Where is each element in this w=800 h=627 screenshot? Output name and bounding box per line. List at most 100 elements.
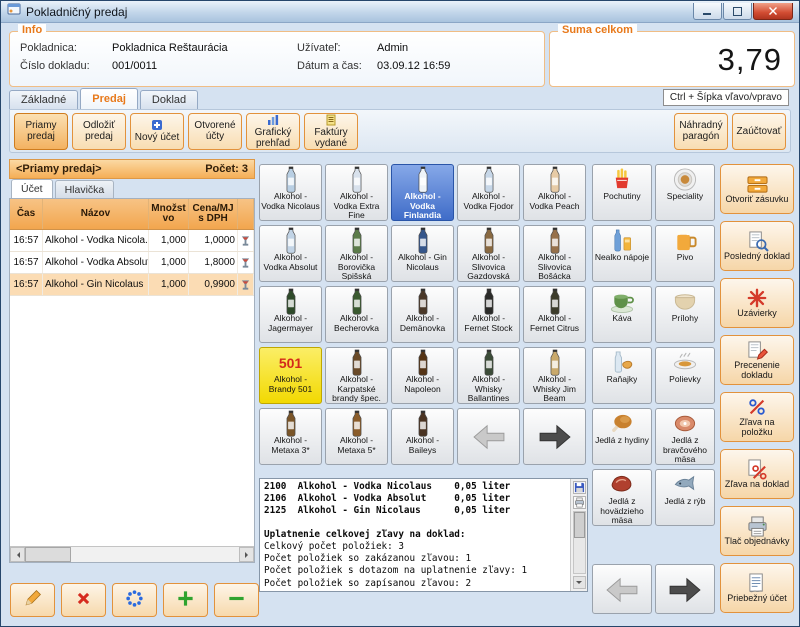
product-label: Alkohol - Borovička Spišská bbox=[327, 253, 386, 280]
toolbar-za-tova[interactable]: Zaúčtovať bbox=[732, 113, 786, 150]
category-tile-k-va[interactable]: Káva bbox=[592, 286, 652, 343]
bottle-icon bbox=[413, 350, 433, 375]
tab-ucet[interactable]: Účet bbox=[11, 179, 53, 198]
category-tile-pivo[interactable]: Pivo bbox=[655, 225, 715, 282]
product-label: Alkohol - Gin Nicolaus bbox=[393, 253, 452, 272]
precenenie-dokladu-button[interactable]: Precenenie dokladu bbox=[720, 335, 794, 385]
priebe-n-et-button[interactable]: Priebežný účet bbox=[720, 563, 794, 613]
uz-vierky-button[interactable]: Uzávierky bbox=[720, 278, 794, 328]
doc-search-icon bbox=[746, 230, 769, 252]
tab-hlavicka[interactable]: Hlavička bbox=[55, 180, 115, 198]
product-tile-alkohol-vodka-extra-fine[interactable]: Alkohol - Vodka Extra Fine bbox=[325, 164, 388, 221]
table-row[interactable]: 16:57Alkohol - Vodka Nicola...1,0001,000… bbox=[10, 230, 254, 252]
product-tile-alkohol-fernet-citrus[interactable]: Alkohol - Fernet Citrus bbox=[523, 286, 586, 343]
category-tile-ra-ajky[interactable]: Raňajky bbox=[592, 347, 652, 404]
product-tile-alkohol-becherovka[interactable]: Alkohol - Becherovka bbox=[325, 286, 388, 343]
category-tile-nealko-n-poje[interactable]: Nealko nápoje bbox=[592, 225, 652, 282]
products-prev-button[interactable] bbox=[457, 408, 520, 465]
fries-icon bbox=[609, 167, 635, 192]
maximize-button[interactable] bbox=[723, 3, 752, 20]
category-label: Pivo bbox=[677, 253, 694, 263]
category-tile-jedl-z-hydiny[interactable]: Jedlá z hydiny bbox=[592, 408, 652, 465]
pencil-icon bbox=[23, 589, 42, 611]
product-tile-alkohol-gin-nicolaus[interactable]: Alkohol - Gin Nicolaus bbox=[391, 225, 454, 282]
categories-prev-button[interactable] bbox=[592, 564, 652, 614]
toolbar-odlo-i-predaj[interactable]: Odložiť predaj bbox=[72, 113, 126, 150]
toolbar: Priamy predajOdložiť predajNový účetOtvo… bbox=[9, 109, 791, 153]
col-name: Názov bbox=[43, 199, 149, 229]
category-tile-speciality[interactable]: Speciality bbox=[655, 164, 715, 221]
toolbar-fakt-ry-vydan[interactable]: Faktúry vydané bbox=[304, 113, 358, 150]
z-ava-na-doklad-button[interactable]: Zľava na doklad bbox=[720, 449, 794, 499]
cell-price: 1,0000 bbox=[189, 230, 238, 251]
product-label: Alkohol - Demänovka bbox=[393, 314, 452, 333]
product-tile-alkohol-metaxa-3[interactable]: Alkohol - Metaxa 3* bbox=[259, 408, 322, 465]
posledn-doklad-button[interactable]: Posledný doklad bbox=[720, 221, 794, 271]
toolbar-grafick-preh-ad[interactable]: Grafický prehľad bbox=[246, 113, 300, 150]
product-tile-alkohol-vodka-peach[interactable]: Alkohol - Vodka Peach bbox=[523, 164, 586, 221]
tab-z-kladn[interactable]: Základné bbox=[9, 90, 78, 109]
category-tile-jedl-z-brav-ov-ho-m-sa[interactable]: Jedlá z bravčového mäsa bbox=[655, 408, 715, 465]
minimize-button[interactable] bbox=[693, 3, 722, 20]
decrease-qty-button[interactable] bbox=[214, 583, 259, 617]
product-tile-alkohol-fernet-stock[interactable]: Alkohol - Fernet Stock bbox=[457, 286, 520, 343]
delete-item-button[interactable] bbox=[61, 583, 106, 617]
product-tile-alkohol-vodka-nicolaus[interactable]: Alkohol - Vodka Nicolaus bbox=[259, 164, 322, 221]
product-tile-alkohol-brandy-501[interactable]: 501Alkohol - Brandy 501 bbox=[259, 347, 322, 404]
product-tile-alkohol-borovi-ka-spi-sk[interactable]: Alkohol - Borovička Spišská bbox=[325, 225, 388, 282]
tla-objedn-vky-button[interactable]: Tlač objednávky bbox=[720, 506, 794, 556]
print-output-button[interactable] bbox=[573, 496, 586, 509]
category-tile-jedl-z-hov-dzieho-m-sa[interactable]: Jedlá z hovädzieho mäsa bbox=[592, 469, 652, 526]
bottle-icon bbox=[479, 350, 499, 375]
scroll-thumb[interactable] bbox=[25, 547, 71, 562]
table-row[interactable]: 16:57Alkohol - Gin Nicolaus1,0000,9900 bbox=[10, 274, 254, 296]
tab-doklad[interactable]: Doklad bbox=[140, 90, 198, 109]
edit-item-button[interactable] bbox=[10, 583, 55, 617]
cell-qty: 1,000 bbox=[149, 252, 189, 273]
increase-qty-button[interactable] bbox=[163, 583, 208, 617]
products-next-button[interactable] bbox=[523, 408, 586, 465]
product-tile-alkohol-whisky-ballantines[interactable]: Alkohol - Whisky Ballantines bbox=[457, 347, 520, 404]
scroll-right-arrow[interactable] bbox=[239, 547, 254, 562]
product-tile-alkohol-napoleon[interactable]: Alkohol - Napoleon bbox=[391, 347, 454, 404]
output-scroll-thumb[interactable] bbox=[574, 512, 585, 538]
product-tile-alkohol-vodka-finlandia[interactable]: Alkohol - Vodka Finlandia bbox=[391, 164, 454, 221]
toolbar-nov-et[interactable]: Nový účet bbox=[130, 113, 184, 150]
scroll-left-arrow[interactable] bbox=[10, 547, 25, 562]
table-empty-area bbox=[10, 296, 254, 546]
chicken-icon bbox=[609, 411, 635, 436]
toolbar-n-hradn-parag-n[interactable]: Náhradný paragón bbox=[674, 113, 728, 150]
table-row[interactable]: 16:57Alkohol - Vodka Absolut1,0001,8000 bbox=[10, 252, 254, 274]
product-tile-alkohol-jagermayer[interactable]: Alkohol - Jagermayer bbox=[259, 286, 322, 343]
product-tile-alkohol-metaxa-5[interactable]: Alkohol - Metaxa 5* bbox=[325, 408, 388, 465]
categories-next-button[interactable] bbox=[655, 564, 715, 614]
save-output-button[interactable] bbox=[573, 481, 586, 494]
product-tile-alkohol-karpatsk-brandy-pec[interactable]: Alkohol - Karpatské brandy špec. bbox=[325, 347, 388, 404]
z-ava-na-polo-ku-button[interactable]: Zľava na položku bbox=[720, 392, 794, 442]
item-count: Počet: 3 bbox=[205, 163, 248, 175]
category-tile-pr-lohy[interactable]: Prílohy bbox=[655, 286, 715, 343]
category-tile-polievky[interactable]: Polievky bbox=[655, 347, 715, 404]
product-tile-alkohol-whisky-jim-beam[interactable]: Alkohol - Whisky Jim Beam bbox=[523, 347, 586, 404]
title-bar[interactable]: Pokladničný predaj bbox=[1, 1, 799, 23]
output-scrollbar[interactable] bbox=[573, 511, 586, 574]
product-tile-alkohol-baileys[interactable]: Alkohol - Baileys bbox=[391, 408, 454, 465]
product-tile-alkohol-slivovica-bo-cka[interactable]: Alkohol - Slivovica Bošácka bbox=[523, 225, 586, 282]
item-options-button[interactable] bbox=[112, 583, 157, 617]
product-label: Alkohol - Napoleon bbox=[393, 375, 452, 394]
toolbar-otvoren-ty[interactable]: Otvorené účty bbox=[188, 113, 242, 150]
scroll-track[interactable] bbox=[71, 547, 239, 562]
product-tile-alkohol-dem-novka[interactable]: Alkohol - Demänovka bbox=[391, 286, 454, 343]
product-tile-alkohol-vodka-absolut[interactable]: Alkohol - Vodka Absolut bbox=[259, 225, 322, 282]
close-button[interactable] bbox=[753, 3, 793, 20]
product-tile-alkohol-slivovica-gazdovsk[interactable]: Alkohol - Slivovica Gazdovská bbox=[457, 225, 520, 282]
product-tile-alkohol-vodka-fjodor[interactable]: Alkohol - Vodka Fjodor bbox=[457, 164, 520, 221]
tab-predaj[interactable]: Predaj bbox=[80, 88, 138, 109]
category-tile-pochutiny[interactable]: Pochutiny bbox=[592, 164, 652, 221]
sale-horizontal-scrollbar[interactable] bbox=[10, 546, 254, 562]
drink-icon bbox=[609, 228, 635, 253]
toolbar-priamy-predaj[interactable]: Priamy predaj bbox=[14, 113, 68, 150]
category-tile-jedl-z-r-b[interactable]: Jedlá z rýb bbox=[655, 469, 715, 526]
output-scroll-down-arrow[interactable] bbox=[573, 576, 586, 589]
otvori-z-suvku-button[interactable]: Otvoriť zásuvku bbox=[720, 164, 794, 214]
